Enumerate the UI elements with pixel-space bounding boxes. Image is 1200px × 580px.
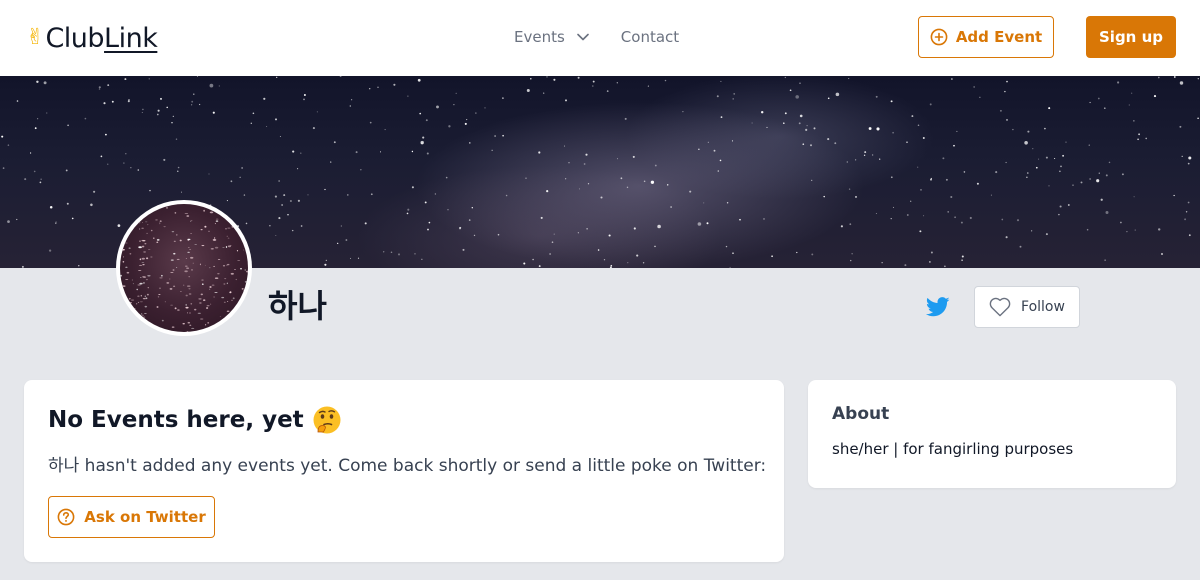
follow-button[interactable]: Follow xyxy=(974,286,1080,328)
avatar xyxy=(116,200,252,336)
signup-label: Sign up xyxy=(1099,28,1163,46)
events-empty-title: No Events here, yet xyxy=(48,404,342,436)
events-empty-description: 하나 hasn't added any events yet. Come bac… xyxy=(48,456,767,476)
events-card: No Events here, yet 하나 hasn't added any … xyxy=(24,380,784,562)
nav-events-label: Events xyxy=(514,28,565,46)
victory-hand-icon: ✌ xyxy=(26,25,45,50)
logo-text-club: Club xyxy=(45,22,105,54)
nav-contact-link[interactable]: Contact xyxy=(621,28,679,46)
question-circle-icon xyxy=(57,508,75,526)
ask-on-twitter-label: Ask on Twitter xyxy=(84,508,206,526)
chevron-down-icon xyxy=(576,33,589,41)
signup-button[interactable]: Sign up xyxy=(1086,16,1176,58)
avatar-texture xyxy=(120,204,248,332)
about-bio: she/her | for fangirling purposes xyxy=(832,440,1074,458)
profile-name: 하나 xyxy=(268,287,327,325)
events-title-text: No Events here, yet xyxy=(48,407,304,433)
twitter-icon[interactable] xyxy=(925,296,950,318)
nav-contact-label: Contact xyxy=(620,28,680,46)
clublink-logo[interactable]: ✌ Club Link xyxy=(26,22,158,54)
add-event-button[interactable]: Add Event xyxy=(918,16,1054,58)
main-nav: Events Contact xyxy=(514,24,679,50)
plus-circle-icon xyxy=(930,28,948,46)
thinking-face-emoji xyxy=(312,405,342,435)
logo-text-link: Link xyxy=(104,22,158,54)
about-title: About xyxy=(832,404,890,424)
nav-events-dropdown[interactable]: Events xyxy=(514,28,589,46)
add-event-label: Add Event xyxy=(955,28,1043,46)
heart-outline-icon xyxy=(989,297,1011,317)
follow-label: Follow xyxy=(1021,299,1065,315)
avatar-image xyxy=(120,204,248,332)
ask-on-twitter-button[interactable]: Ask on Twitter xyxy=(48,496,215,538)
about-card: About she/her | for fangirling purposes xyxy=(808,380,1176,488)
top-navbar: ✌ Club Link Events Contact Add Event Sig… xyxy=(0,0,1200,76)
